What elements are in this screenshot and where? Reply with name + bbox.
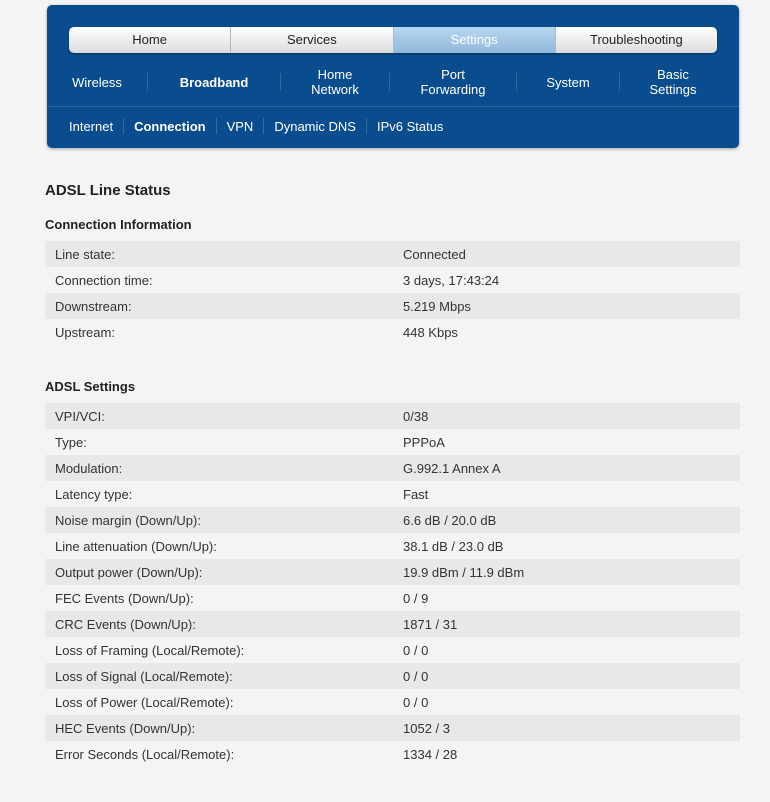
row-value: 0 / 0 xyxy=(403,694,429,710)
table-row: Downstream: 5.219 Mbps xyxy=(45,293,740,319)
tab-services[interactable]: Services xyxy=(231,27,394,53)
tab-troubleshooting[interactable]: Troubleshooting xyxy=(555,27,717,53)
row-label: Line state: xyxy=(55,246,115,262)
row-label: VPI/VCI: xyxy=(55,408,105,424)
row-value: Connected xyxy=(403,246,466,262)
table-row: HEC Events (Down/Up): 1052 / 3 xyxy=(45,715,740,741)
settings-subnav: Wireless Broadband Home Network Port For… xyxy=(47,60,739,104)
table-row: Line attenuation (Down/Up): 38.1 dB / 23.… xyxy=(45,533,740,559)
adsl-settings-heading: ADSL Settings xyxy=(45,379,136,394)
row-value: 0/38 xyxy=(403,408,429,424)
row-value: 6.6 dB / 20.0 dB xyxy=(403,512,497,528)
row-label: Loss of Signal (Local/Remote): xyxy=(55,668,233,684)
row-label: Error Seconds (Local/Remote): xyxy=(55,746,235,762)
table-row: Error Seconds (Local/Remote): 1334 / 28 xyxy=(45,741,740,767)
row-label: Upstream: xyxy=(55,324,115,340)
row-value: 3 days, 17:43:24 xyxy=(403,272,500,288)
subnav-basic-settings[interactable]: Basic Settings xyxy=(620,67,726,97)
table-row: Loss of Power (Local/Remote): 0 / 0 xyxy=(45,689,740,715)
row-label: Downstream: xyxy=(55,298,132,314)
main-tabs: Home Services Settings Troubleshooting xyxy=(69,27,717,53)
row-value: 0 / 9 xyxy=(403,590,429,606)
row-value: Fast xyxy=(403,486,429,502)
row-value: PPPoA xyxy=(403,434,445,450)
row-value: 1052 / 3 xyxy=(403,720,450,736)
tab-settings[interactable]: Settings xyxy=(393,27,556,53)
row-value: 1871 / 31 xyxy=(403,616,458,632)
subnav-internet[interactable]: Internet xyxy=(59,119,123,134)
row-value: 19.9 dBm / 11.9 dBm xyxy=(403,564,525,580)
table-row: Line state: Connected xyxy=(45,241,740,267)
row-value: 38.1 dB / 23.0 dB xyxy=(403,538,504,554)
tab-home[interactable]: Home xyxy=(69,27,232,53)
connection-info-heading: Connection Information xyxy=(45,217,192,232)
row-label: Modulation: xyxy=(55,460,123,476)
table-row: CRC Events (Down/Up): 1871 / 31 xyxy=(45,611,740,637)
subnav-connection[interactable]: Connection xyxy=(124,119,216,134)
top-navigation: Home Services Settings Troubleshooting W… xyxy=(47,5,739,148)
row-value: 0 / 0 xyxy=(403,642,429,658)
table-row: Output power (Down/Up): 19.9 dBm / 11.9 d… xyxy=(45,559,740,585)
row-value: 1334 / 28 xyxy=(403,746,458,762)
row-label: Noise margin (Down/Up): xyxy=(55,512,201,528)
subnav-vpn[interactable]: VPN xyxy=(217,119,264,134)
row-value: 0 / 0 xyxy=(403,668,429,684)
adsl-settings-table: VPI/VCI: 0/38 Type: PPPoA Modulation: G.992… xyxy=(45,403,740,767)
subnav-wireless[interactable]: Wireless xyxy=(47,75,147,90)
row-label: Loss of Power (Local/Remote): xyxy=(55,694,234,710)
subnav-broadband[interactable]: Broadband xyxy=(148,75,280,90)
table-row: FEC Events (Down/Up): 0 / 9 xyxy=(45,585,740,611)
row-label: Latency type: xyxy=(55,486,133,502)
row-label: Connection time: xyxy=(55,272,153,288)
table-row: Noise margin (Down/Up): 6.6 dB / 20.0 dB xyxy=(45,507,740,533)
table-row: Latency type: Fast xyxy=(45,481,740,507)
row-label: Loss of Framing (Local/Remote): xyxy=(55,642,245,658)
row-label: Line attenuation (Down/Up): xyxy=(55,538,217,554)
row-label: HEC Events (Down/Up): xyxy=(55,720,196,736)
row-value: G.992.1 Annex A xyxy=(403,460,501,476)
subnav-port-forwarding[interactable]: Port Forwarding xyxy=(390,67,516,97)
broadband-subnav: Internet Connection VPN Dynamic DNS IPv6… xyxy=(59,115,453,137)
connection-info-table: Line state: Connected Connection time: 3 d… xyxy=(45,241,740,345)
nav-divider xyxy=(47,106,739,107)
table-row: Loss of Framing (Local/Remote): 0 / 0 xyxy=(45,637,740,663)
table-row: VPI/VCI: 0/38 xyxy=(45,403,740,429)
row-label: CRC Events (Down/Up): xyxy=(55,616,196,632)
table-row: Modulation: G.992.1 Annex A xyxy=(45,455,740,481)
subnav-system[interactable]: System xyxy=(517,75,619,90)
page-title: ADSL Line Status xyxy=(45,182,171,199)
table-row: Upstream: 448 Kbps xyxy=(45,319,740,345)
row-label: Type: xyxy=(55,434,87,450)
table-row: Connection time: 3 days, 17:43:24 xyxy=(45,267,740,293)
subnav-ipv6-status[interactable]: IPv6 Status xyxy=(367,119,453,134)
row-value: 5.219 Mbps xyxy=(403,298,471,314)
subnav-home-network[interactable]: Home Network xyxy=(281,67,389,97)
row-value: 448 Kbps xyxy=(403,324,458,340)
table-row: Loss of Signal (Local/Remote): 0 / 0 xyxy=(45,663,740,689)
subnav-dynamic-dns[interactable]: Dynamic DNS xyxy=(264,119,366,134)
row-label: Output power (Down/Up): xyxy=(55,564,203,580)
table-row: Type: PPPoA xyxy=(45,429,740,455)
row-label: FEC Events (Down/Up): xyxy=(55,590,194,606)
